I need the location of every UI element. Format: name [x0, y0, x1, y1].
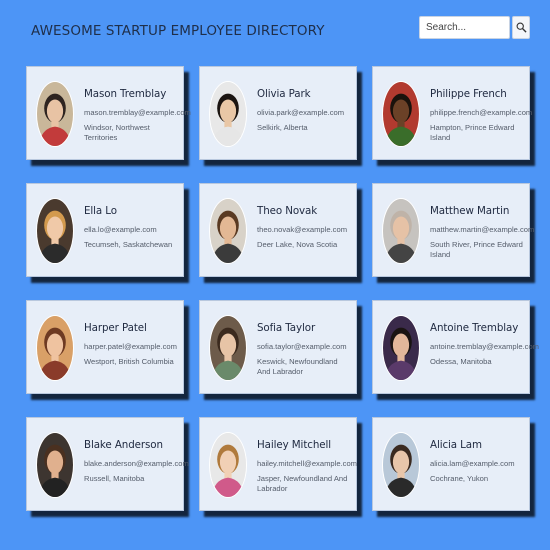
employee-card[interactable]: Antoine Tremblay antoine.tremblay@example… [372, 300, 540, 394]
employee-photo [209, 81, 247, 147]
employee-location: Cochrane, Yukon [430, 474, 489, 483]
employee-info: Blake Anderson blake.anderson@example.com… [84, 439, 189, 484]
employee-name: Theo Novak [257, 205, 318, 217]
employee-card[interactable]: Alicia Lam alicia.lam@example.com Cochrane… [372, 417, 530, 511]
employee-location: Windsor, Northwest Territories [84, 123, 150, 142]
employee-info: Ella Lo ella.lo@example.com Tecumseh, Sask… [84, 205, 179, 250]
employee-name: Hailey Mitchell [257, 439, 332, 451]
employee-email: philippe.french@example.com [430, 108, 533, 117]
employee-card[interactable]: Sofia Taylor sofia.taylor@example.com Kesw… [199, 300, 357, 394]
employee-location: South River, Prince Edward Island [430, 240, 523, 259]
employee-card[interactable]: Theo Novak theo.novak@example.com Deer Lak… [199, 183, 357, 277]
employee-email: harper.patel@example.com [84, 342, 177, 351]
employee-photo [209, 315, 247, 381]
employee-info: Sofia Taylor sofia.taylor@example.com Kesw… [257, 322, 352, 377]
employee-card[interactable]: Matthew Martin matthew.martin@example.com… [372, 183, 535, 277]
employee-card[interactable]: Philippe French philippe.french@example.c… [372, 66, 533, 160]
employee-email: blake.anderson@example.com [84, 459, 189, 468]
page-title: AWESOME STARTUP EMPLOYEE DIRECTORY [31, 23, 325, 39]
employee-info: Harper Patel harper.patel@example.com West… [84, 322, 179, 367]
employee-name: Harper Patel [84, 322, 147, 334]
employee-name: Matthew Martin [430, 205, 510, 217]
search-form [419, 16, 530, 39]
employee-photo [36, 198, 74, 264]
employee-name: Olivia Park [257, 88, 311, 100]
search-input[interactable] [419, 16, 510, 39]
employee-location: Deer Lake, Nova Scotia [257, 240, 338, 249]
employee-name: Ella Lo [84, 205, 117, 217]
employee-name: Alicia Lam [430, 439, 482, 451]
employee-email: sofia.taylor@example.com [257, 342, 347, 351]
employee-location: Keswick, Newfoundland And Labrador [257, 357, 338, 376]
employee-photo [382, 432, 420, 498]
employee-info: Theo Novak theo.novak@example.com Deer Lak… [257, 205, 352, 250]
employee-name: Philippe French [430, 88, 507, 100]
employee-info: Alicia Lam alicia.lam@example.com Cochrane… [430, 439, 525, 484]
employee-name: Antoine Tremblay [430, 322, 519, 334]
employee-photo [382, 198, 420, 264]
employee-info: Mason Tremblay mason.tremblay@example.com… [84, 88, 191, 143]
employee-grid: Mason Tremblay mason.tremblay@example.com… [26, 66, 540, 511]
employee-email: alicia.lam@example.com [430, 459, 515, 468]
employee-info: Olivia Park olivia.park@example.com Selkir… [257, 88, 352, 133]
employee-location: Jasper, Newfoundland And Labrador [257, 474, 348, 493]
employee-photo [382, 81, 420, 147]
employee-info: Matthew Martin matthew.martin@example.com… [430, 205, 535, 260]
employee-email: antoine.tremblay@example.com [430, 342, 540, 351]
employee-photo [36, 81, 74, 147]
employee-location: Russell, Manitoba [84, 474, 145, 483]
employee-info: Hailey Mitchell hailey.mitchell@example.c… [257, 439, 357, 494]
employee-email: matthew.martin@example.com [430, 225, 535, 234]
employee-photo [382, 315, 420, 381]
employee-email: hailey.mitchell@example.com [257, 459, 357, 468]
employee-location: Tecumseh, Saskatchewan [84, 240, 173, 249]
employee-card[interactable]: Blake Anderson blake.anderson@example.com… [26, 417, 189, 511]
employee-email: olivia.park@example.com [257, 108, 345, 117]
employee-name: Sofia Taylor [257, 322, 316, 334]
employee-photo [209, 198, 247, 264]
employee-location: Hampton, Prince Edward Island [430, 123, 515, 142]
page-header: AWESOME STARTUP EMPLOYEE DIRECTORY [0, 0, 550, 60]
employee-card[interactable]: Ella Lo ella.lo@example.com Tecumseh, Sask… [26, 183, 184, 277]
employee-email: mason.tremblay@example.com [84, 108, 191, 117]
search-button[interactable] [512, 16, 530, 39]
magnifier-icon [516, 22, 527, 33]
employee-card[interactable]: Olivia Park olivia.park@example.com Selkir… [199, 66, 357, 160]
employee-name: Blake Anderson [84, 439, 163, 451]
employee-email: theo.novak@example.com [257, 225, 348, 234]
employee-card[interactable]: Mason Tremblay mason.tremblay@example.com… [26, 66, 191, 160]
employee-photo [36, 315, 74, 381]
employee-name: Mason Tremblay [84, 88, 167, 100]
employee-info: Antoine Tremblay antoine.tremblay@example… [430, 322, 540, 367]
employee-card[interactable]: Harper Patel harper.patel@example.com West… [26, 300, 184, 394]
employee-card[interactable]: Hailey Mitchell hailey.mitchell@example.c… [199, 417, 357, 511]
employee-info: Philippe French philippe.french@example.c… [430, 88, 533, 143]
employee-location: Odessa, Manitoba [430, 357, 492, 366]
employee-location: Selkirk, Alberta [257, 123, 308, 132]
employee-photo [209, 432, 247, 498]
employee-location: Westport, British Columbia [84, 357, 174, 366]
employee-email: ella.lo@example.com [84, 225, 157, 234]
employee-photo [36, 432, 74, 498]
